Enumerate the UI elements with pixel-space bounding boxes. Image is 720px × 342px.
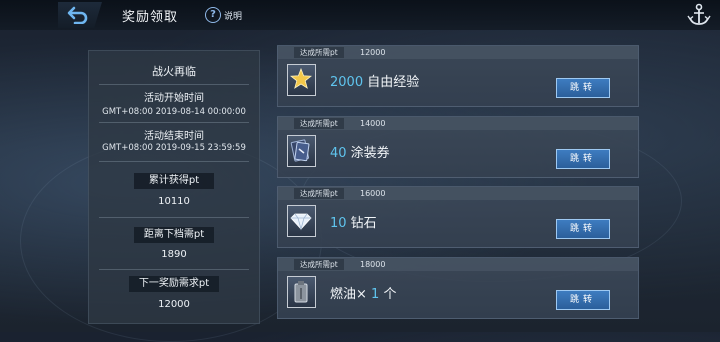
paint-coupon-icon — [287, 135, 316, 167]
end-time-label: 活动结束时间 — [144, 131, 204, 142]
help-label: 说明 — [224, 11, 243, 22]
next-tier-pt-label: 距离下档需pt — [134, 227, 214, 243]
reward-card: 达成所需pt 18000 燃油× 1 个 跳转 — [277, 257, 639, 319]
start-time-label: 活动开始时间 — [144, 93, 204, 104]
go-button[interactable]: 跳转 — [556, 219, 610, 239]
card-header: 达成所需pt 18000 — [278, 258, 638, 271]
divider — [99, 84, 249, 85]
reward-name: 个 — [379, 287, 397, 302]
required-pt-value: 12000 — [360, 48, 386, 57]
divider — [99, 217, 249, 218]
fuel-can-icon — [287, 276, 316, 308]
back-arrow-icon — [67, 6, 88, 24]
divider — [99, 122, 249, 123]
reward-prefix: 燃油× — [330, 287, 372, 302]
top-bar: 奖励领取 ? 说明 — [0, 0, 720, 30]
required-pt-value: 14000 — [360, 119, 386, 128]
go-button[interactable]: 跳转 — [556, 290, 610, 310]
reward-name: 钻石 — [346, 216, 377, 231]
reward-quantity: 40 — [330, 146, 347, 161]
reward-name: 涂装券 — [346, 146, 390, 161]
card-header: 达成所需pt 14000 — [278, 117, 638, 130]
question-icon: ? — [205, 7, 221, 23]
end-time-value: GMT+08:00 2019-09-15 23:59:59 — [102, 143, 246, 153]
reward-card: 达成所需pt 14000 40 涂装券 跳转 — [277, 116, 639, 178]
reward-text: 40 涂装券 — [330, 142, 390, 161]
required-pt-value: 16000 — [360, 189, 386, 198]
required-pt-label: 达成所需pt — [294, 47, 344, 58]
reward-card: 达成所需pt 16000 10 钻石 跳转 — [277, 186, 639, 248]
reward-text: 燃油× 1 个 — [330, 283, 396, 302]
reward-card: 达成所需pt 12000 2000 自由经验 跳转 — [277, 45, 639, 107]
required-pt-label: 达成所需pt — [294, 118, 344, 129]
divider — [99, 161, 249, 162]
event-info-panel: 战火再临 活动开始时间 GMT+08:00 2019-08-14 00:00:0… — [88, 50, 260, 324]
reward-name: 自由经验 — [363, 75, 420, 90]
gold-star-icon — [287, 64, 316, 96]
reward-quantity: 10 — [330, 216, 347, 231]
diamond-icon — [287, 205, 316, 237]
divider — [99, 269, 249, 270]
next-reward-pt-value: 12000 — [158, 299, 190, 310]
anchor-icon[interactable] — [686, 2, 712, 28]
reward-text: 2000 自由经验 — [330, 71, 419, 90]
start-time-value: GMT+08:00 2019-08-14 00:00:00 — [102, 107, 246, 117]
reward-quantity: 2000 — [330, 75, 364, 90]
next-tier-pt-value: 1890 — [161, 249, 187, 260]
card-header: 达成所需pt 12000 — [278, 46, 638, 59]
next-reward-pt-label: 下一奖励需求pt — [129, 276, 219, 292]
required-pt-label: 达成所需pt — [294, 259, 344, 270]
required-pt-value: 18000 — [360, 260, 386, 269]
earned-pt-value: 10110 — [158, 196, 190, 207]
help-button[interactable]: ? 说明 — [205, 7, 242, 23]
go-button[interactable]: 跳转 — [556, 78, 610, 98]
back-button[interactable] — [58, 2, 102, 28]
earned-pt-label: 累计获得pt — [134, 173, 214, 189]
card-header: 达成所需pt 16000 — [278, 187, 638, 200]
required-pt-label: 达成所需pt — [294, 188, 344, 199]
go-button[interactable]: 跳转 — [556, 149, 610, 169]
page-title: 奖励领取 — [122, 10, 179, 25]
reward-text: 10 钻石 — [330, 212, 377, 231]
event-title: 战火再临 — [152, 65, 196, 78]
